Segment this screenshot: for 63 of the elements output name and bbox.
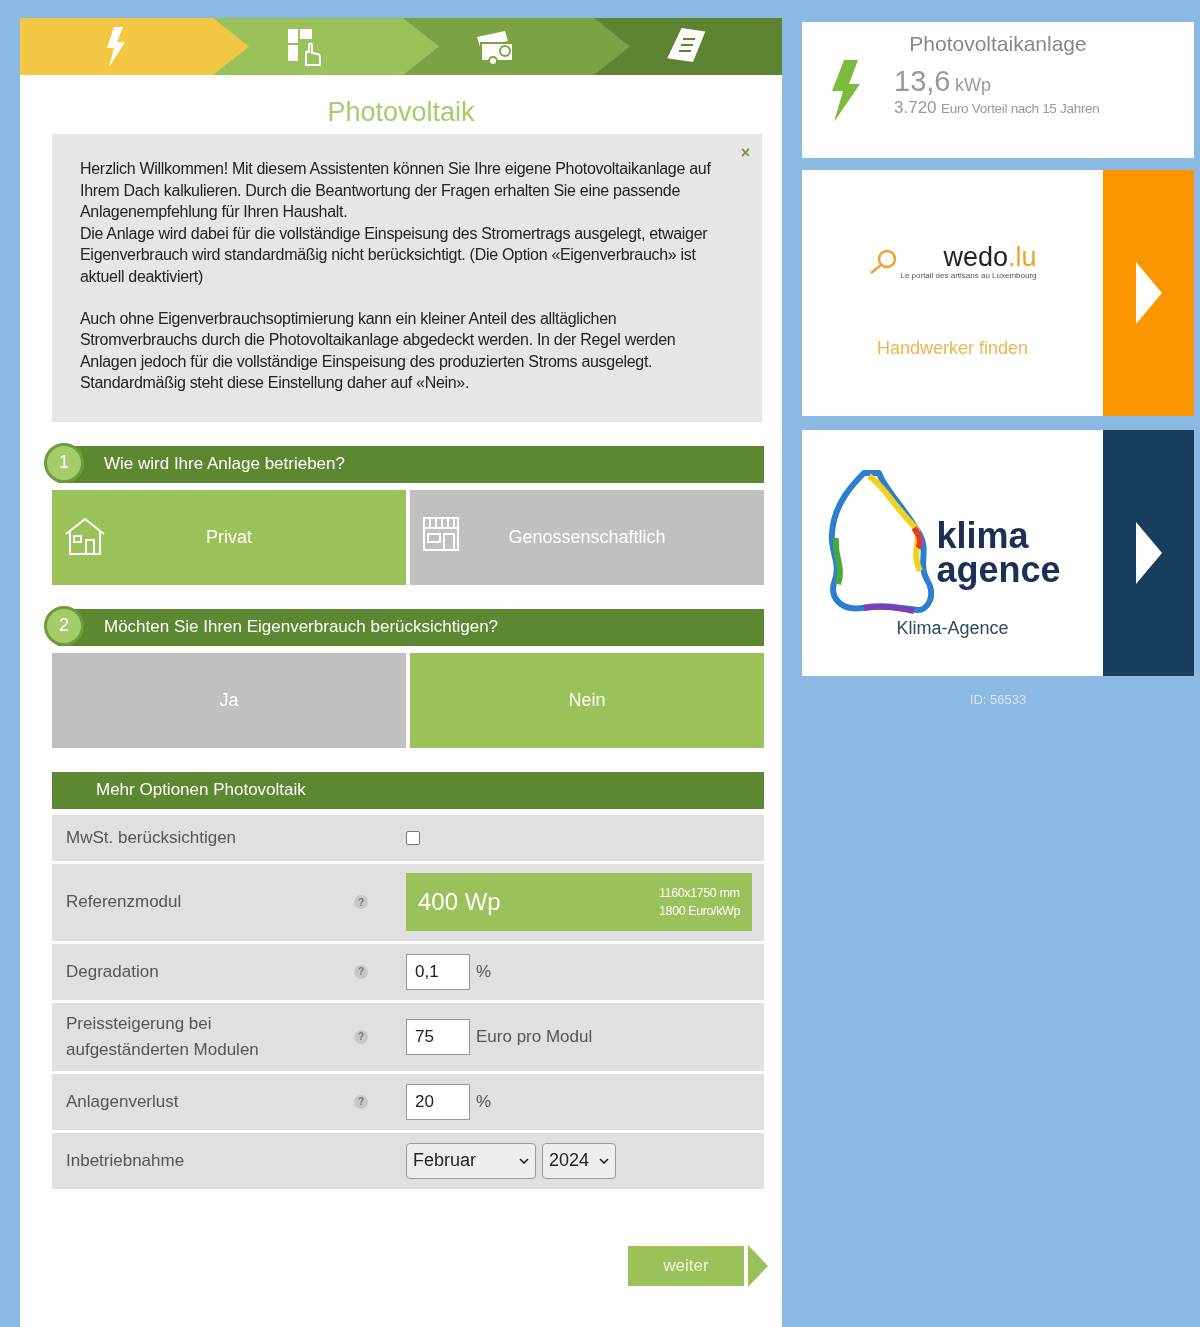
id-label: ID: 56533 [968, 692, 1028, 707]
power-value: 13,6 [894, 64, 951, 97]
module-button[interactable]: 400 Wp 1160x1750 mm 1800 Euro/kWp [406, 873, 752, 932]
step-number: 1 [44, 442, 84, 483]
bolt-icon [830, 60, 860, 122]
question-text: Wie wird Ihre Anlage betrieben? [104, 454, 345, 475]
chevron-icon [591, 18, 630, 75]
option-label: Anlagenverlust [66, 1090, 180, 1113]
unit-label: Euro pro Modul [476, 1026, 593, 1047]
info-text: Auch ohne Eigenverbrauchsoptimierung kann ein kleiner Anteil des alltäglichen Stromverbrauchs durch die Photovoltaikanlage abgedeckt werden. In der Regel werden Anlagen jedoch für die vollständige Einspeisung des produzierten Stroms ausgelegt. Standardmäßig steht diese Einstellung daher auf «Nein». [80, 308, 677, 394]
choice-button[interactable]: Nein [410, 652, 764, 748]
shop-icon [422, 515, 460, 552]
arrow-icon[interactable] [746, 1244, 768, 1287]
chevron-icon [401, 18, 439, 75]
unit-label: % [476, 1091, 492, 1112]
input-field[interactable]: 20 [406, 1083, 470, 1120]
module-price: 1800 Euro/kWp [659, 903, 740, 921]
option-label: Degradation [66, 960, 160, 983]
savings-value: 3.720 [894, 97, 937, 117]
option-label: Preissteigerung bei aufgeständerten Modulen [66, 1012, 260, 1061]
step-number: 2 [44, 605, 84, 646]
caret-icon [599, 1157, 610, 1164]
option-label: Referenzmodul [66, 891, 183, 914]
promo-caption: Klima-Agence [896, 617, 1009, 639]
help-icon[interactable]: ? [354, 1029, 368, 1044]
summary-title: Photovoltaikanlage [908, 32, 1088, 56]
question-text: Möchten Sie Ihren Eigenverbrauch berücksichtigen? [104, 617, 499, 638]
help-icon[interactable]: ? [354, 1094, 368, 1109]
chevron-icon [210, 18, 249, 75]
section-title: Mehr Optionen Photovoltaik [96, 780, 306, 801]
progress-step[interactable] [591, 18, 782, 75]
promo-caption: Handwerker finden [876, 338, 1029, 359]
promo-card[interactable]: wedo.lu Le portail des artisans au Luxembourg Handwerker finden [802, 170, 1194, 416]
unit-label: % [476, 961, 492, 982]
arrow-icon [1135, 262, 1162, 324]
info-text: Herzlich Willkommen! Mit diesem Assistenten können Sie Ihre eigene Photovoltaikanlage auf Ihrem Dach kalkulieren. Durch die Beantwortung der Fragen erhalten Sie eine passende Anlagenempfehlung für Ihren Haushalt. [80, 159, 712, 223]
arrow-strip[interactable] [1103, 430, 1194, 676]
house-icon [64, 515, 106, 556]
checkbox[interactable] [406, 830, 420, 845]
choice-button[interactable]: Genossenschaftlich [410, 489, 764, 585]
info-text: Die Anlage wird dabei für die vollständige Einspeisung des Stromertrags ausgelegt, etwaiger Eigenverbrauch wird standardmäßig nicht berücksichtigt. (Die Option «Eigenverbrauch» ist aktuell deaktiviert) [80, 223, 709, 287]
help-icon[interactable]: ? [354, 964, 368, 979]
module-size: 1160x1750 mm [659, 885, 740, 903]
input-field[interactable]: 75 [406, 1018, 470, 1055]
option-label: MwSt. berücksichtigen [66, 826, 238, 849]
wedo-logo: wedo.lu Le portail des artisans au Luxembourg [868, 243, 1037, 280]
savings-text: Euro Vorteil nach 15 Jahren [941, 100, 1100, 116]
select-field[interactable]: Februar [406, 1142, 536, 1179]
arrow-icon [1135, 522, 1162, 584]
bolt-icon [104, 26, 127, 67]
page-title: Photovoltaik [326, 97, 476, 128]
option-label: Inbetriebnahme [66, 1149, 186, 1172]
caret-icon [519, 1157, 529, 1164]
next-button[interactable]: weiter [628, 1245, 744, 1286]
help-icon[interactable]: ? [354, 895, 368, 910]
promo-card[interactable]: klima agence Klima-Agence [802, 430, 1194, 676]
select-field[interactable]: 2024 [542, 1142, 617, 1179]
magnifier-icon [868, 248, 899, 275]
choice-button[interactable]: Privat [52, 489, 406, 585]
input-field[interactable]: 0,1 [406, 953, 470, 990]
power-unit: kWp [954, 74, 991, 95]
choice-button[interactable]: Ja [52, 652, 406, 748]
close-button[interactable]: × [740, 144, 750, 162]
